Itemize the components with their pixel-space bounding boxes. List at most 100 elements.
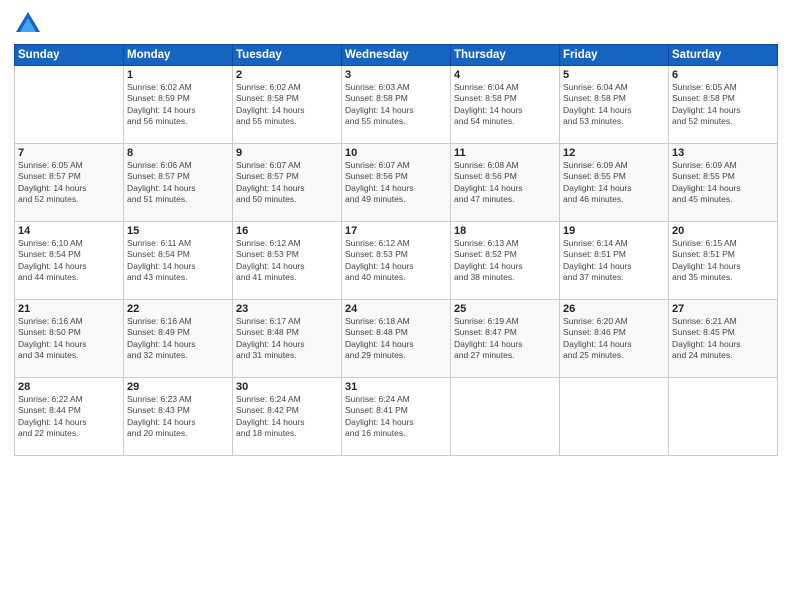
day-cell: 2Sunrise: 6:02 AM Sunset: 8:58 PM Daylig… <box>233 66 342 144</box>
day-number: 19 <box>563 225 665 237</box>
day-info: Sunrise: 6:16 AM Sunset: 8:49 PM Dayligh… <box>127 316 229 362</box>
day-info: Sunrise: 6:12 AM Sunset: 8:53 PM Dayligh… <box>345 238 447 284</box>
day-info: Sunrise: 6:04 AM Sunset: 8:58 PM Dayligh… <box>454 82 556 128</box>
day-cell: 4Sunrise: 6:04 AM Sunset: 8:58 PM Daylig… <box>451 66 560 144</box>
day-number: 17 <box>345 225 447 237</box>
day-number: 4 <box>454 69 556 81</box>
day-info: Sunrise: 6:23 AM Sunset: 8:43 PM Dayligh… <box>127 394 229 440</box>
header-saturday: Saturday <box>669 45 778 66</box>
day-cell: 24Sunrise: 6:18 AM Sunset: 8:48 PM Dayli… <box>342 300 451 378</box>
day-cell: 6Sunrise: 6:05 AM Sunset: 8:58 PM Daylig… <box>669 66 778 144</box>
day-number: 31 <box>345 381 447 393</box>
day-cell: 3Sunrise: 6:03 AM Sunset: 8:58 PM Daylig… <box>342 66 451 144</box>
day-number: 26 <box>563 303 665 315</box>
day-number: 15 <box>127 225 229 237</box>
day-number: 20 <box>672 225 774 237</box>
day-cell: 17Sunrise: 6:12 AM Sunset: 8:53 PM Dayli… <box>342 222 451 300</box>
day-info: Sunrise: 6:19 AM Sunset: 8:47 PM Dayligh… <box>454 316 556 362</box>
day-info: Sunrise: 6:10 AM Sunset: 8:54 PM Dayligh… <box>18 238 120 284</box>
day-info: Sunrise: 6:07 AM Sunset: 8:56 PM Dayligh… <box>345 160 447 206</box>
day-cell <box>560 378 669 456</box>
day-number: 5 <box>563 69 665 81</box>
day-number: 21 <box>18 303 120 315</box>
day-number: 12 <box>563 147 665 159</box>
day-cell: 30Sunrise: 6:24 AM Sunset: 8:42 PM Dayli… <box>233 378 342 456</box>
day-cell: 27Sunrise: 6:21 AM Sunset: 8:45 PM Dayli… <box>669 300 778 378</box>
day-number: 30 <box>236 381 338 393</box>
week-row-1: 1Sunrise: 6:02 AM Sunset: 8:59 PM Daylig… <box>15 66 778 144</box>
day-cell: 10Sunrise: 6:07 AM Sunset: 8:56 PM Dayli… <box>342 144 451 222</box>
logo-icon <box>14 10 42 38</box>
week-row-5: 28Sunrise: 6:22 AM Sunset: 8:44 PM Dayli… <box>15 378 778 456</box>
day-info: Sunrise: 6:04 AM Sunset: 8:58 PM Dayligh… <box>563 82 665 128</box>
day-cell: 25Sunrise: 6:19 AM Sunset: 8:47 PM Dayli… <box>451 300 560 378</box>
day-number: 13 <box>672 147 774 159</box>
day-info: Sunrise: 6:21 AM Sunset: 8:45 PM Dayligh… <box>672 316 774 362</box>
header-wednesday: Wednesday <box>342 45 451 66</box>
day-number: 3 <box>345 69 447 81</box>
day-cell: 7Sunrise: 6:05 AM Sunset: 8:57 PM Daylig… <box>15 144 124 222</box>
day-info: Sunrise: 6:17 AM Sunset: 8:48 PM Dayligh… <box>236 316 338 362</box>
day-cell: 23Sunrise: 6:17 AM Sunset: 8:48 PM Dayli… <box>233 300 342 378</box>
day-cell <box>451 378 560 456</box>
day-number: 27 <box>672 303 774 315</box>
day-info: Sunrise: 6:11 AM Sunset: 8:54 PM Dayligh… <box>127 238 229 284</box>
day-info: Sunrise: 6:02 AM Sunset: 8:58 PM Dayligh… <box>236 82 338 128</box>
day-info: Sunrise: 6:16 AM Sunset: 8:50 PM Dayligh… <box>18 316 120 362</box>
day-info: Sunrise: 6:09 AM Sunset: 8:55 PM Dayligh… <box>563 160 665 206</box>
header-sunday: Sunday <box>15 45 124 66</box>
day-info: Sunrise: 6:09 AM Sunset: 8:55 PM Dayligh… <box>672 160 774 206</box>
day-cell: 31Sunrise: 6:24 AM Sunset: 8:41 PM Dayli… <box>342 378 451 456</box>
day-number: 24 <box>345 303 447 315</box>
day-cell: 8Sunrise: 6:06 AM Sunset: 8:57 PM Daylig… <box>124 144 233 222</box>
page-header <box>14 10 778 38</box>
day-number: 11 <box>454 147 556 159</box>
calendar-table: SundayMondayTuesdayWednesdayThursdayFrid… <box>14 44 778 456</box>
day-cell: 16Sunrise: 6:12 AM Sunset: 8:53 PM Dayli… <box>233 222 342 300</box>
day-info: Sunrise: 6:12 AM Sunset: 8:53 PM Dayligh… <box>236 238 338 284</box>
day-number: 14 <box>18 225 120 237</box>
day-number: 2 <box>236 69 338 81</box>
day-cell: 12Sunrise: 6:09 AM Sunset: 8:55 PM Dayli… <box>560 144 669 222</box>
day-cell: 20Sunrise: 6:15 AM Sunset: 8:51 PM Dayli… <box>669 222 778 300</box>
day-number: 6 <box>672 69 774 81</box>
day-info: Sunrise: 6:02 AM Sunset: 8:59 PM Dayligh… <box>127 82 229 128</box>
day-cell: 11Sunrise: 6:08 AM Sunset: 8:56 PM Dayli… <box>451 144 560 222</box>
header-monday: Monday <box>124 45 233 66</box>
day-cell: 15Sunrise: 6:11 AM Sunset: 8:54 PM Dayli… <box>124 222 233 300</box>
day-cell: 26Sunrise: 6:20 AM Sunset: 8:46 PM Dayli… <box>560 300 669 378</box>
day-info: Sunrise: 6:24 AM Sunset: 8:41 PM Dayligh… <box>345 394 447 440</box>
week-row-2: 7Sunrise: 6:05 AM Sunset: 8:57 PM Daylig… <box>15 144 778 222</box>
day-number: 23 <box>236 303 338 315</box>
day-cell: 14Sunrise: 6:10 AM Sunset: 8:54 PM Dayli… <box>15 222 124 300</box>
day-info: Sunrise: 6:22 AM Sunset: 8:44 PM Dayligh… <box>18 394 120 440</box>
day-number: 9 <box>236 147 338 159</box>
week-row-3: 14Sunrise: 6:10 AM Sunset: 8:54 PM Dayli… <box>15 222 778 300</box>
day-cell <box>669 378 778 456</box>
day-cell: 19Sunrise: 6:14 AM Sunset: 8:51 PM Dayli… <box>560 222 669 300</box>
day-number: 25 <box>454 303 556 315</box>
day-number: 28 <box>18 381 120 393</box>
day-number: 29 <box>127 381 229 393</box>
calendar-header-row: SundayMondayTuesdayWednesdayThursdayFrid… <box>15 45 778 66</box>
header-thursday: Thursday <box>451 45 560 66</box>
day-info: Sunrise: 6:08 AM Sunset: 8:56 PM Dayligh… <box>454 160 556 206</box>
day-number: 1 <box>127 69 229 81</box>
day-cell: 5Sunrise: 6:04 AM Sunset: 8:58 PM Daylig… <box>560 66 669 144</box>
day-info: Sunrise: 6:20 AM Sunset: 8:46 PM Dayligh… <box>563 316 665 362</box>
day-info: Sunrise: 6:14 AM Sunset: 8:51 PM Dayligh… <box>563 238 665 284</box>
day-cell: 29Sunrise: 6:23 AM Sunset: 8:43 PM Dayli… <box>124 378 233 456</box>
day-cell <box>15 66 124 144</box>
logo <box>14 10 46 38</box>
day-info: Sunrise: 6:07 AM Sunset: 8:57 PM Dayligh… <box>236 160 338 206</box>
week-row-4: 21Sunrise: 6:16 AM Sunset: 8:50 PM Dayli… <box>15 300 778 378</box>
day-info: Sunrise: 6:06 AM Sunset: 8:57 PM Dayligh… <box>127 160 229 206</box>
day-number: 18 <box>454 225 556 237</box>
day-number: 7 <box>18 147 120 159</box>
day-cell: 13Sunrise: 6:09 AM Sunset: 8:55 PM Dayli… <box>669 144 778 222</box>
day-number: 16 <box>236 225 338 237</box>
day-info: Sunrise: 6:05 AM Sunset: 8:57 PM Dayligh… <box>18 160 120 206</box>
day-cell: 22Sunrise: 6:16 AM Sunset: 8:49 PM Dayli… <box>124 300 233 378</box>
day-info: Sunrise: 6:24 AM Sunset: 8:42 PM Dayligh… <box>236 394 338 440</box>
day-cell: 21Sunrise: 6:16 AM Sunset: 8:50 PM Dayli… <box>15 300 124 378</box>
